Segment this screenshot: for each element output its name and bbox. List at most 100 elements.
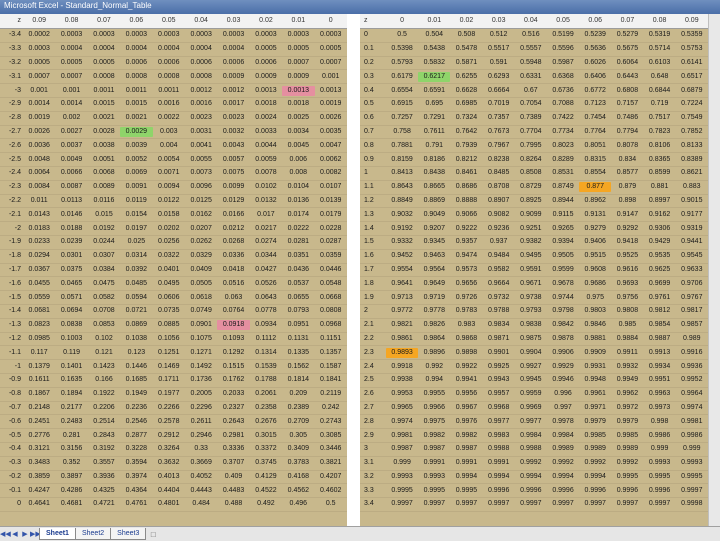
probability-cell[interactable]: 0.0367 [23, 265, 55, 275]
probability-cell[interactable]: 0.985 [611, 320, 643, 330]
probability-cell[interactable]: 0.0002 [23, 30, 55, 40]
probability-cell[interactable]: 0.0351 [282, 251, 314, 261]
probability-cell[interactable]: 0.9131 [579, 210, 611, 220]
z-value-cell[interactable]: -0.4 [0, 444, 23, 454]
probability-cell[interactable]: 0.8438 [418, 168, 450, 178]
probability-cell[interactable]: 0.9788 [483, 306, 515, 316]
probability-cell[interactable]: 0.0228 [315, 224, 347, 234]
probability-cell[interactable]: 0.9976 [450, 417, 482, 427]
probability-cell[interactable]: 0.9969 [515, 403, 547, 413]
probability-cell[interactable]: 0.9394 [547, 237, 579, 247]
probability-cell[interactable]: 0.999 [676, 444, 708, 454]
probability-cell[interactable]: 0.1894 [55, 389, 87, 399]
probability-cell[interactable]: 0.063 [217, 293, 249, 303]
probability-cell[interactable]: 0.1711 [153, 375, 185, 385]
z-value-cell[interactable]: -1.7 [0, 265, 23, 275]
probability-cell[interactable]: 0.0055 [185, 155, 217, 165]
probability-cell[interactable]: 0.898 [611, 196, 643, 206]
probability-cell[interactable]: 0.7257 [386, 113, 418, 123]
column-header[interactable]: 0.09 [23, 16, 55, 26]
probability-cell[interactable]: 0.0239 [55, 237, 87, 247]
probability-cell[interactable]: 0.492 [250, 499, 282, 509]
probability-cell[interactable]: 0.5948 [515, 58, 547, 68]
probability-cell[interactable]: 0.2946 [185, 431, 217, 441]
probability-cell[interactable]: 0.0526 [250, 279, 282, 289]
probability-cell[interactable]: 0.0096 [185, 182, 217, 192]
probability-cell[interactable]: 0.8686 [450, 182, 482, 192]
z-value-cell[interactable]: -3.4 [0, 30, 23, 40]
probability-cell[interactable]: 0.8461 [450, 168, 482, 178]
probability-cell[interactable]: 0.1271 [185, 348, 217, 358]
z-value-cell[interactable]: 3.2 [360, 472, 386, 482]
probability-cell[interactable]: 0.1492 [185, 362, 217, 372]
probability-cell[interactable]: 0.9995 [644, 472, 676, 482]
probability-cell[interactable]: 0.1335 [282, 348, 314, 358]
probability-cell[interactable]: 0.0041 [185, 141, 217, 151]
probability-cell[interactable]: 0.0005 [88, 58, 120, 68]
probability-cell[interactable]: 0.9994 [547, 472, 579, 482]
probability-cell[interactable]: 0.305 [282, 431, 314, 441]
probability-cell[interactable]: 0.8599 [644, 168, 676, 178]
probability-cell[interactable]: 0.0082 [315, 168, 347, 178]
probability-cell[interactable]: 0.992 [418, 362, 450, 372]
probability-cell[interactable]: 0.0032 [217, 127, 249, 137]
probability-cell[interactable]: 0.9099 [515, 210, 547, 220]
probability-cell[interactable]: 0.9968 [483, 403, 515, 413]
probability-cell[interactable]: 0.879 [611, 182, 643, 192]
probability-cell[interactable]: 0.0136 [282, 196, 314, 206]
probability-cell[interactable]: 0.9974 [386, 417, 418, 427]
probability-cell[interactable]: 0.9896 [418, 348, 450, 358]
probability-cell[interactable]: 0.9015 [676, 196, 708, 206]
probability-cell[interactable]: 0.9979 [579, 417, 611, 427]
probability-cell[interactable]: 0.0359 [315, 251, 347, 261]
probability-cell[interactable]: 0.1056 [153, 334, 185, 344]
probability-cell[interactable]: 0.0029 [120, 126, 153, 137]
probability-cell[interactable]: 0.0007 [282, 58, 314, 68]
probability-cell[interactable]: 0.9545 [676, 251, 708, 261]
probability-cell[interactable]: 0.002 [55, 113, 87, 123]
probability-cell[interactable]: 0.9977 [483, 417, 515, 427]
probability-cell[interactable]: 0.0869 [120, 320, 152, 330]
probability-cell[interactable]: 0.9406 [579, 237, 611, 247]
probability-cell[interactable]: 0.6443 [611, 72, 643, 82]
probability-cell[interactable]: 0.011 [23, 196, 55, 206]
probability-cell[interactable]: 0.9997 [611, 499, 643, 509]
probability-cell[interactable]: 0.0436 [282, 265, 314, 275]
probability-cell[interactable]: 0.9633 [676, 265, 708, 275]
probability-cell[interactable]: 0.7549 [676, 113, 708, 123]
z-value-cell[interactable]: -1.1 [0, 348, 23, 358]
first-sheet-icon[interactable]: ◀◀ [0, 530, 11, 538]
probability-cell[interactable]: 0.0793 [282, 306, 314, 316]
probability-cell[interactable]: 0.0014 [23, 99, 55, 109]
z-value-cell[interactable]: 0.8 [360, 141, 386, 151]
probability-cell[interactable]: 0.3121 [23, 444, 55, 454]
probability-cell[interactable]: 0.0516 [217, 279, 249, 289]
probability-cell[interactable]: 0.9986 [676, 431, 708, 441]
probability-cell[interactable]: 0.119 [55, 348, 87, 358]
probability-cell[interactable]: 0.9997 [644, 499, 676, 509]
probability-cell[interactable]: 0.5359 [676, 30, 708, 40]
probability-cell[interactable]: 0.0028 [88, 127, 120, 137]
probability-cell[interactable]: 0.1292 [217, 348, 249, 358]
probability-cell[interactable]: 0.2389 [282, 403, 314, 413]
column-header[interactable]: 0.05 [153, 16, 185, 26]
probability-cell[interactable]: 0.1401 [55, 362, 87, 372]
probability-cell[interactable]: 0.6664 [483, 86, 515, 96]
probability-cell[interactable]: 0.0049 [55, 155, 87, 165]
probability-cell[interactable]: 0.7734 [547, 127, 579, 137]
probability-cell[interactable]: 0.4602 [315, 486, 347, 496]
probability-cell[interactable]: 0.0062 [315, 155, 347, 165]
probability-cell[interactable]: 0.695 [418, 99, 450, 109]
probability-cell[interactable]: 0.2296 [185, 403, 217, 413]
probability-cell[interactable]: 0.0418 [217, 265, 249, 275]
probability-cell[interactable]: 0.0008 [185, 72, 217, 82]
probability-cell[interactable]: 0.7939 [450, 141, 482, 151]
probability-cell[interactable]: 0.001 [23, 86, 55, 96]
probability-cell[interactable]: 0.0003 [23, 44, 55, 54]
probability-cell[interactable]: 0.9756 [611, 293, 643, 303]
probability-cell[interactable]: 0.0104 [282, 182, 314, 192]
z-value-cell[interactable]: -2 [0, 224, 23, 234]
probability-cell[interactable]: 0.983 [450, 320, 482, 330]
probability-cell[interactable]: 0.0475 [88, 279, 120, 289]
probability-cell[interactable]: 0.5517 [483, 44, 515, 54]
